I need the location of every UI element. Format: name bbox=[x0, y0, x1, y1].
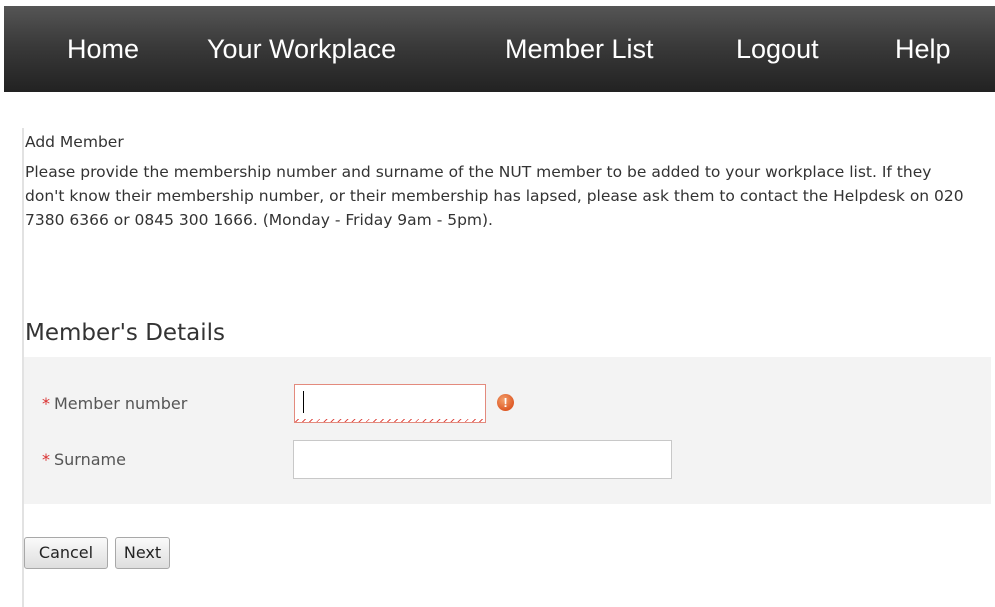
cancel-button[interactable]: Cancel bbox=[24, 537, 108, 569]
next-button[interactable]: Next bbox=[115, 537, 170, 569]
section-title: Member's Details bbox=[25, 320, 225, 346]
surname-input[interactable] bbox=[293, 440, 672, 479]
member-number-input[interactable] bbox=[294, 384, 486, 423]
nav-home-link[interactable]: Home bbox=[67, 6, 139, 92]
required-marker: * bbox=[42, 450, 50, 469]
error-icon: ! bbox=[497, 394, 514, 411]
page-heading: Add Member bbox=[25, 133, 124, 151]
nav-help-link[interactable]: Help bbox=[895, 6, 951, 92]
intro-text: Please provide the membership number and… bbox=[25, 163, 964, 229]
nav-your-workplace-link[interactable]: Your Workplace bbox=[207, 6, 396, 92]
nav-member-list-link[interactable]: Member List bbox=[505, 6, 654, 92]
required-marker: * bbox=[42, 394, 50, 413]
text-cursor bbox=[303, 391, 304, 413]
surname-label: * Surname bbox=[42, 450, 126, 469]
member-number-label-text: Member number bbox=[54, 394, 188, 413]
member-details-form bbox=[24, 357, 991, 504]
surname-label-text: Surname bbox=[54, 450, 126, 469]
member-number-label: * Member number bbox=[42, 394, 187, 413]
nav-logout-link[interactable]: Logout bbox=[736, 6, 819, 92]
top-navigation-bar: Home Your Workplace Member List Logout H… bbox=[4, 6, 995, 92]
